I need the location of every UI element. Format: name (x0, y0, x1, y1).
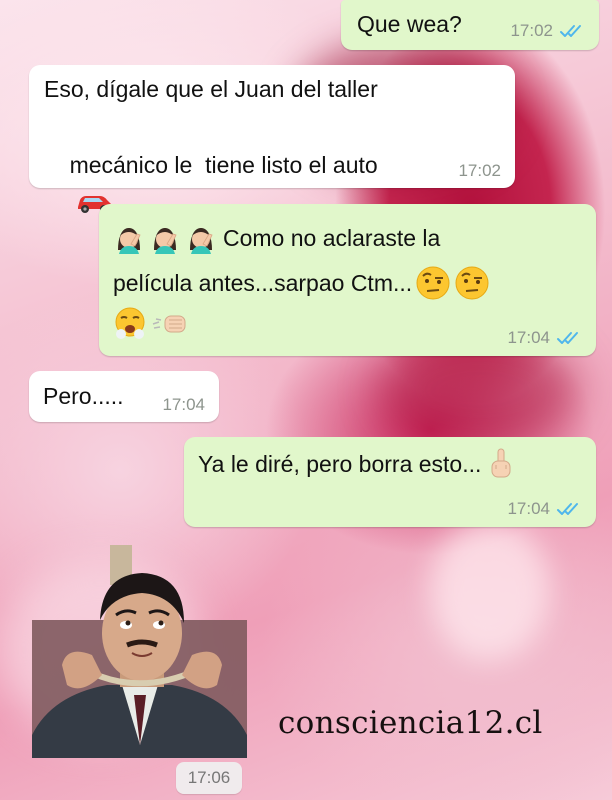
message-text: Que wea? (357, 11, 462, 37)
face-with-raised-eyebrow-icon (416, 266, 450, 300)
message-text: Ya le diré, pero borra esto... (198, 451, 482, 477)
message-line-wrap: Como no aclaraste la (113, 219, 440, 257)
message-meta: 17:02 (510, 21, 585, 41)
message-line: mecánico le tiene listo el auto (69, 152, 378, 178)
message-bubble-outgoing[interactable]: Como no aclaraste la película antes...sa… (99, 204, 596, 356)
middle-finger-icon (491, 448, 511, 478)
woman-facepalming-icon (118, 228, 141, 254)
message-time: 17:04 (162, 395, 205, 414)
message-bubble-outgoing[interactable]: Que wea? 17:02 (341, 0, 599, 50)
message-time: 17:06 (176, 762, 242, 794)
watermark: consciencia12.cl (278, 705, 543, 741)
message-meta: 17:02 (458, 161, 501, 181)
message-meta: 17:04 (507, 328, 582, 348)
message-line-wrap: Ya le diré, pero borra esto... (198, 445, 513, 483)
message-bubble-outgoing[interactable]: Ya le diré, pero borra esto... 17:04 (184, 437, 596, 527)
message-bubble-incoming[interactable]: Pero..... 17:04 (29, 371, 219, 422)
read-receipt-icon (557, 503, 578, 515)
face-with-steam-icon (115, 307, 145, 339)
read-receipt-icon (557, 332, 578, 344)
message-time: 17:02 (458, 161, 501, 180)
message-line: Eso, dígale que el Juan del taller (44, 76, 378, 102)
message-line-wrap: película antes...sarpao Ctm... (113, 264, 490, 302)
man-with-noose-sticker[interactable] (32, 545, 247, 758)
message-line-wrap (113, 306, 189, 340)
message-time: 17:02 (510, 21, 553, 40)
read-receipt-icon (560, 25, 581, 37)
fist-bump-icon (152, 315, 186, 333)
message-meta: 17:04 (162, 395, 205, 415)
message-line: película antes...sarpao Ctm... (113, 270, 413, 296)
message-text: Pero..... (43, 383, 124, 409)
message-bubble-incoming[interactable]: Eso, dígale que el Juan del taller mecán… (29, 65, 515, 213)
message-time: 17:04 (507, 328, 550, 347)
woman-facepalming-icon (190, 228, 213, 254)
message-meta: 17:04 (507, 499, 582, 519)
woman-facepalming-icon (154, 228, 177, 254)
face-with-raised-eyebrow-icon (455, 266, 489, 300)
message-line: Como no aclaraste la (223, 225, 441, 251)
message-time: 17:04 (507, 499, 550, 518)
man-with-noose-image (32, 545, 247, 758)
